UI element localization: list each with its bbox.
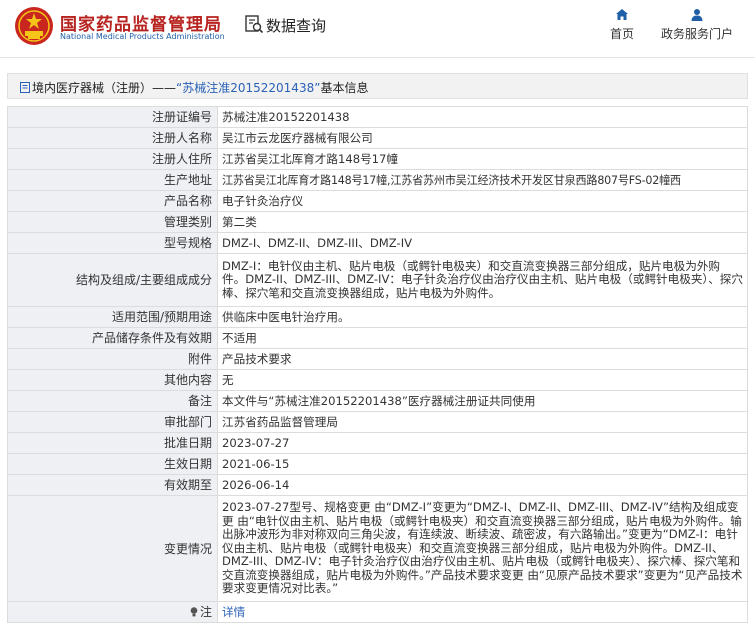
row-label: 产品名称 xyxy=(7,190,218,212)
title-registration-number: “苏械注准20152201438” xyxy=(176,81,321,95)
row-value: 苏械注准20152201438 xyxy=(217,106,748,128)
note-value-cell: 详情 xyxy=(217,601,748,623)
site-subtitle: National Medical Products Administration xyxy=(60,32,225,41)
nav-service-portal[interactable]: 政务服务门户 xyxy=(658,8,736,42)
row-label: 有效期至 xyxy=(7,474,218,496)
table-row: 批准日期 2023-07-27 xyxy=(7,432,748,454)
row-label: 管理类别 xyxy=(7,211,218,233)
lightbulb-icon xyxy=(190,607,198,617)
details-link[interactable]: 详情 xyxy=(222,605,245,619)
table-row: 有效期至 2026-06-14 xyxy=(7,474,748,496)
table-row: 注册人名称 吴江市云龙医疗器械有限公司 xyxy=(7,127,748,149)
row-label: 变更情况 xyxy=(7,495,218,602)
section-title-bar: 境内医疗器械（注册）——“苏械注准20152201438”基本信息 xyxy=(7,73,748,99)
row-value: 江苏省药品监督管理局 xyxy=(217,411,748,433)
row-value: DMZ-I、DMZ-II、DMZ-III、DMZ-IV xyxy=(217,232,748,254)
nav-home[interactable]: 首页 xyxy=(606,8,638,42)
national-emblem-logo[interactable] xyxy=(14,6,54,46)
table-row: 管理类别 第二类 xyxy=(7,211,748,233)
row-value: 2021-06-15 xyxy=(217,453,748,475)
row-label: 备注 xyxy=(7,390,218,412)
row-label: 附件 xyxy=(7,348,218,370)
home-icon xyxy=(616,9,628,20)
row-value: 2023-07-27 xyxy=(217,432,748,454)
data-query-icon xyxy=(245,15,264,34)
page-title: 境内医疗器械（注册）——“苏械注准20152201438”基本信息 xyxy=(20,79,368,96)
note-label-cell: 注 xyxy=(7,601,218,623)
table-row: 型号规格 DMZ-I、DMZ-II、DMZ-III、DMZ-IV xyxy=(7,232,748,254)
row-value: 产品技术要求 xyxy=(217,348,748,370)
row-value: 江苏省吴江北厍育才路148号17幢 xyxy=(217,148,748,170)
row-label: 生效日期 xyxy=(7,453,218,475)
data-query-label[interactable]: 数据查询 xyxy=(266,15,326,36)
row-value: 2026-06-14 xyxy=(217,474,748,496)
row-label: 产品储存条件及有效期 xyxy=(7,327,218,349)
nav-service-label: 政务服务门户 xyxy=(660,27,733,41)
table-row: 注册人住所 江苏省吴江北厍育才路148号17幢 xyxy=(7,148,748,170)
row-value: DMZ-I：电针仪由主机、贴片电极（或鳄针电极夹）和交直流变换器三部分组成，贴片… xyxy=(217,253,748,307)
row-label: 结构及组成/主要组成成分 xyxy=(7,253,218,307)
table-row: 产品储存条件及有效期 不适用 xyxy=(7,327,748,349)
row-value: 本文件与“苏械注准20152201438”医疗器械注册证共同使用 xyxy=(217,390,748,412)
row-label: 生产地址 xyxy=(7,169,218,191)
row-value: 第二类 xyxy=(217,211,748,233)
table-row: 生产地址 江苏省吴江北厍育才路148号17幢,江苏省苏州市吴江经济技术开发区甘泉… xyxy=(7,169,748,191)
table-row: 结构及组成/主要组成成分 DMZ-I：电针仪由主机、贴片电极（或鳄针电极夹）和交… xyxy=(7,253,748,307)
row-value: 不适用 xyxy=(217,327,748,349)
table-row: 注 详情 xyxy=(7,601,748,623)
row-label: 其他内容 xyxy=(7,369,218,391)
table-row: 审批部门 江苏省药品监督管理局 xyxy=(7,411,748,433)
table-row: 附件 产品技术要求 xyxy=(7,348,748,370)
nav-home-label: 首页 xyxy=(609,27,634,41)
row-value: 吴江市云龙医疗器械有限公司 xyxy=(217,127,748,149)
table-row: 注册证编号 苏械注准20152201438 xyxy=(7,106,748,128)
row-value: 无 xyxy=(217,369,748,391)
row-label: 批准日期 xyxy=(7,432,218,454)
row-label: 注册证编号 xyxy=(7,106,218,128)
table-row: 变更情况 2023-07-27型号、规格变更 由“DMZ-Ⅰ”变更为“DMZ-I… xyxy=(7,495,748,602)
table-row: 其他内容 无 xyxy=(7,369,748,391)
title-suffix: 基本信息 xyxy=(320,81,369,95)
table-row: 备注 本文件与“苏械注准20152201438”医疗器械注册证共同使用 xyxy=(7,390,748,412)
row-value: 供临床中医电针治疗用。 xyxy=(217,306,748,328)
site-header: 国家药品监督管理局 National Medical Products Admi… xyxy=(0,0,755,58)
title-prefix: 境内医疗器械（注册）—— xyxy=(32,81,177,95)
row-label: 型号规格 xyxy=(7,232,218,254)
row-label: 审批部门 xyxy=(7,411,218,433)
row-value: 电子针灸治疗仪 xyxy=(217,190,748,212)
row-label: 注册人住所 xyxy=(7,148,218,170)
document-icon xyxy=(20,82,30,93)
table-row: 产品名称 电子针灸治疗仪 xyxy=(7,190,748,212)
row-label: 注册人名称 xyxy=(7,127,218,149)
user-icon xyxy=(691,9,703,21)
table-row: 适用范围/预期用途 供临床中医电针治疗用。 xyxy=(7,306,748,328)
table-row: 生效日期 2021-06-15 xyxy=(7,453,748,475)
registration-detail-table: 注册证编号 苏械注准20152201438 注册人名称 吴江市云龙医疗器械有限公… xyxy=(7,106,748,623)
row-value: 江苏省吴江北厍育才路148号17幢,江苏省苏州市吴江经济技术开发区甘泉西路807… xyxy=(222,173,681,187)
note-label: 注 xyxy=(199,605,212,619)
row-value: 2023-07-27型号、规格变更 由“DMZ-Ⅰ”变更为“DMZ-I、DMZ-… xyxy=(217,495,748,602)
row-label: 适用范围/预期用途 xyxy=(7,306,218,328)
